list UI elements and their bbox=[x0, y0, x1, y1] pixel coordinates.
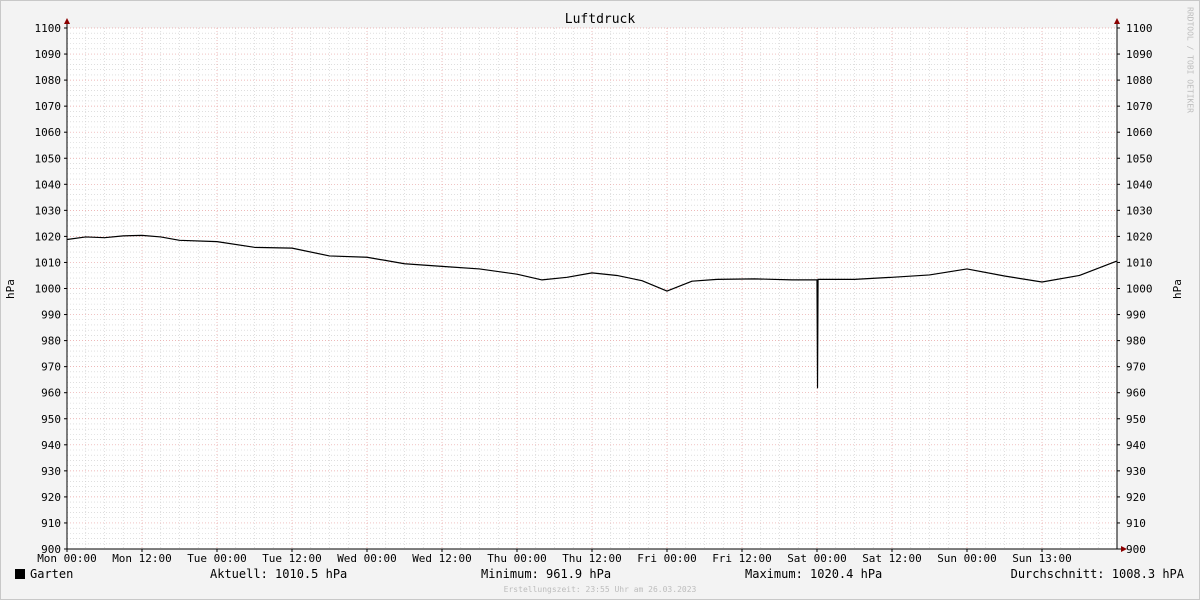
y-tick-label-left: 1090 bbox=[35, 48, 62, 61]
y-tick-label-right: 940 bbox=[1126, 439, 1146, 452]
y-tick-label-left: 1000 bbox=[35, 283, 62, 296]
y-tick-label-right: 900 bbox=[1126, 543, 1146, 556]
y-tick-label-left: 940 bbox=[41, 439, 61, 452]
y-tick-label-right: 1030 bbox=[1126, 204, 1153, 217]
x-tick-label: Tue 00:00 bbox=[187, 552, 247, 565]
y-tick-labels-right: 900 910 920 930 940 950 960 970 980 990 1000 1010 10… bbox=[1126, 22, 1153, 556]
y-tick-label-right: 1090 bbox=[1126, 48, 1153, 61]
y-tick-label-right: 1080 bbox=[1126, 74, 1153, 87]
y-tick-label-right: 970 bbox=[1126, 361, 1146, 374]
legend-entry-garten: Garten bbox=[15, 567, 73, 581]
x-tick-label: Wed 00:00 bbox=[337, 552, 397, 565]
x-tick-label: Mon 12:00 bbox=[112, 552, 172, 565]
x-tick-label: Sat 12:00 bbox=[862, 552, 922, 565]
y-axis-label-left: hPa bbox=[4, 279, 17, 299]
stat-current: Aktuell: 1010.5 hPa bbox=[210, 567, 348, 581]
y-tick-label-right: 1020 bbox=[1126, 230, 1153, 243]
y-tick-label-right: 1100 bbox=[1126, 22, 1153, 35]
stat-average: Durchschnitt: 1008.3 hPA bbox=[1010, 567, 1184, 581]
x-tick-label: Wed 12:00 bbox=[412, 552, 472, 565]
y-axis-label-right: hPa bbox=[1171, 279, 1184, 299]
y-axis-arrow-left bbox=[64, 18, 70, 24]
y-tick-label-left: 1010 bbox=[35, 256, 62, 269]
chart-title: Luftdruck bbox=[565, 12, 636, 27]
y-tick-label-right: 1060 bbox=[1126, 126, 1153, 139]
y-tick-label-right: 930 bbox=[1126, 465, 1146, 478]
y-tick-label-right: 1010 bbox=[1126, 256, 1153, 269]
x-tick-label: Mon 00:00 bbox=[37, 552, 97, 565]
y-tick-label-left: 1030 bbox=[35, 204, 62, 217]
y-axis-arrow-right bbox=[1114, 18, 1120, 24]
y-tick-label-right: 1070 bbox=[1126, 100, 1153, 113]
y-tick-label-left: 1060 bbox=[35, 126, 62, 139]
y-tick-label-right: 920 bbox=[1126, 491, 1146, 504]
legend-swatch bbox=[15, 569, 25, 579]
stat-minimum: Minimum: 961.9 hPa bbox=[481, 567, 612, 581]
stat-maximum: Maximum: 1020.4 hPa bbox=[745, 567, 883, 581]
y-tick-label-left: 950 bbox=[41, 413, 61, 426]
x-tick-label: Fri 00:00 bbox=[637, 552, 697, 565]
y-tick-label-left: 980 bbox=[41, 335, 61, 348]
rrdtool-watermark: RRDTOOL / TOBI OETIKER bbox=[1185, 7, 1195, 113]
x-tick-label: Tue 12:00 bbox=[262, 552, 322, 565]
x-tick-label: Thu 00:00 bbox=[487, 552, 547, 565]
y-tick-label-left: 1040 bbox=[35, 178, 62, 191]
legend-series-name: Garten bbox=[30, 567, 74, 581]
x-tick-labels: Mon 00:00 Mon 12:00 Tue 00:00 Tue 12:00 Wed … bbox=[37, 552, 1072, 565]
y-tick-label-right: 910 bbox=[1126, 517, 1146, 530]
x-tick-label: Sun 13:00 bbox=[1012, 552, 1072, 565]
x-tick-label: Sat 00:00 bbox=[787, 552, 847, 565]
y-tick-label-left: 960 bbox=[41, 387, 61, 400]
y-tick-label-left: 1050 bbox=[35, 152, 62, 165]
chart: 900 910 920 930 940 950 960 970 980 990 1000 1010 10… bbox=[4, 12, 1184, 565]
y-tick-label-right: 950 bbox=[1126, 413, 1146, 426]
y-tick-label-left: 1080 bbox=[35, 74, 62, 87]
y-tick-labels-left: 9009109209309409509609709809901000101010… bbox=[35, 22, 62, 556]
y-tick-label-left: 1020 bbox=[35, 230, 62, 243]
x-tick-label: Thu 12:00 bbox=[562, 552, 622, 565]
y-tick-label-right: 1040 bbox=[1126, 178, 1153, 191]
y-tick-label-right: 980 bbox=[1126, 335, 1146, 348]
y-tick-label-right: 960 bbox=[1126, 387, 1146, 400]
y-tick-label-right: 1000 bbox=[1126, 283, 1153, 296]
y-tick-label-right: 990 bbox=[1126, 309, 1146, 322]
y-tick-label-left: 990 bbox=[41, 309, 61, 322]
y-tick-label-left: 930 bbox=[41, 465, 61, 478]
y-tick-label-left: 920 bbox=[41, 491, 61, 504]
y-tick-label-right: 1050 bbox=[1126, 152, 1153, 165]
y-tick-label-left: 970 bbox=[41, 361, 61, 374]
y-tick-label-left: 910 bbox=[41, 517, 61, 530]
x-tick-label: Fri 12:00 bbox=[712, 552, 772, 565]
creation-time-footer: Erstellungszeit: 23:55 Uhr am 26.03.2023 bbox=[503, 585, 697, 594]
x-tick-label: Sun 00:00 bbox=[937, 552, 997, 565]
y-tick-label-left: 1070 bbox=[35, 100, 62, 113]
y-tick-label-left: 1100 bbox=[35, 22, 62, 35]
